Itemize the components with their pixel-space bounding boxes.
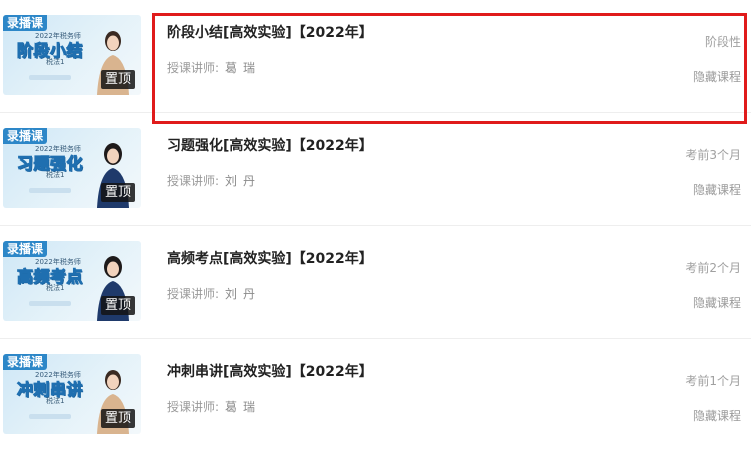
- teacher-label: 授课讲师:: [167, 61, 220, 75]
- thumbnail-caption-bar: [29, 188, 71, 193]
- thumbnail-subtitle: 税法1: [46, 171, 65, 179]
- course-thumbnail[interactable]: 录播课 2022年税务师 冲刺串讲 税法1 置顶: [3, 354, 141, 434]
- course-item[interactable]: 录播课 2022年税务师 阶段小结 税法1 置顶 阶段小结[高效实验]【2022…: [0, 0, 751, 113]
- recorded-course-badge: 录播课: [3, 15, 48, 31]
- pin-top-badge[interactable]: 置顶: [100, 409, 135, 428]
- course-title[interactable]: 冲刺串讲[高效实验]【2022年】: [167, 361, 373, 381]
- course-title[interactable]: 阶段小结[高效实验]【2022年】: [167, 22, 373, 42]
- pin-top-badge[interactable]: 置顶: [100, 183, 135, 202]
- thumbnail-subtitle: 税法1: [46, 284, 65, 292]
- recorded-course-badge: 录播课: [3, 354, 48, 370]
- course-teacher: 授课讲师: 刘丹: [167, 172, 261, 189]
- thumbnail-subtitle: 税法1: [46, 58, 65, 66]
- teacher-name: 刘丹: [225, 174, 262, 188]
- course-teacher: 授课讲师: 刘丹: [167, 285, 261, 302]
- hide-course-button[interactable]: 隐藏课程: [693, 294, 741, 311]
- course-status: 考前2个月: [685, 261, 741, 275]
- course-item[interactable]: 录播课 2022年税务师 高频考点 税法1 置顶 高频考点[高效实验]【2022…: [0, 226, 751, 339]
- pin-top-badge[interactable]: 置顶: [100, 70, 135, 89]
- teacher-name: 葛瑞: [225, 400, 262, 414]
- course-title[interactable]: 高频考点[高效实验]【2022年】: [167, 248, 373, 268]
- recorded-course-badge: 录播课: [3, 128, 48, 144]
- recorded-course-badge: 录播课: [3, 241, 48, 257]
- course-title[interactable]: 习题强化[高效实验]【2022年】: [167, 135, 373, 155]
- hide-course-button[interactable]: 隐藏课程: [693, 407, 741, 424]
- course-status: 考前1个月: [685, 374, 741, 388]
- course-thumbnail[interactable]: 录播课 2022年税务师 阶段小结 税法1 置顶: [3, 15, 141, 95]
- pin-top-badge[interactable]: 置顶: [100, 296, 135, 315]
- teacher-label: 授课讲师:: [167, 287, 220, 301]
- hide-course-button[interactable]: 隐藏课程: [693, 181, 741, 198]
- course-item[interactable]: 录播课 2022年税务师 冲刺串讲 税法1 置顶 冲刺串讲[高效实验]【2022…: [0, 339, 751, 452]
- teacher-name: 刘丹: [225, 287, 262, 301]
- teacher-label: 授课讲师:: [167, 400, 220, 414]
- thumbnail-caption-bar: [29, 414, 71, 419]
- course-status: 考前3个月: [685, 148, 741, 162]
- hide-course-button[interactable]: 隐藏课程: [693, 68, 741, 85]
- course-teacher: 授课讲师: 葛瑞: [167, 398, 261, 415]
- teacher-label: 授课讲师:: [167, 174, 220, 188]
- course-list: 录播课 2022年税务师 阶段小结 税法1 置顶 阶段小结[高效实验]【2022…: [0, 0, 751, 434]
- course-status: 阶段性: [704, 35, 741, 49]
- course-thumbnail[interactable]: 录播课 2022年税务师 习题强化 税法1 置顶: [3, 128, 141, 208]
- course-item[interactable]: 录播课 2022年税务师 习题强化 税法1 置顶 习题强化[高效实验]【2022…: [0, 113, 751, 226]
- thumbnail-subtitle: 税法1: [46, 397, 65, 405]
- course-teacher: 授课讲师: 葛瑞: [167, 59, 261, 76]
- thumbnail-caption-bar: [29, 301, 71, 306]
- thumbnail-caption-bar: [29, 75, 71, 80]
- teacher-name: 葛瑞: [225, 61, 262, 75]
- course-thumbnail[interactable]: 录播课 2022年税务师 高频考点 税法1 置顶: [3, 241, 141, 321]
